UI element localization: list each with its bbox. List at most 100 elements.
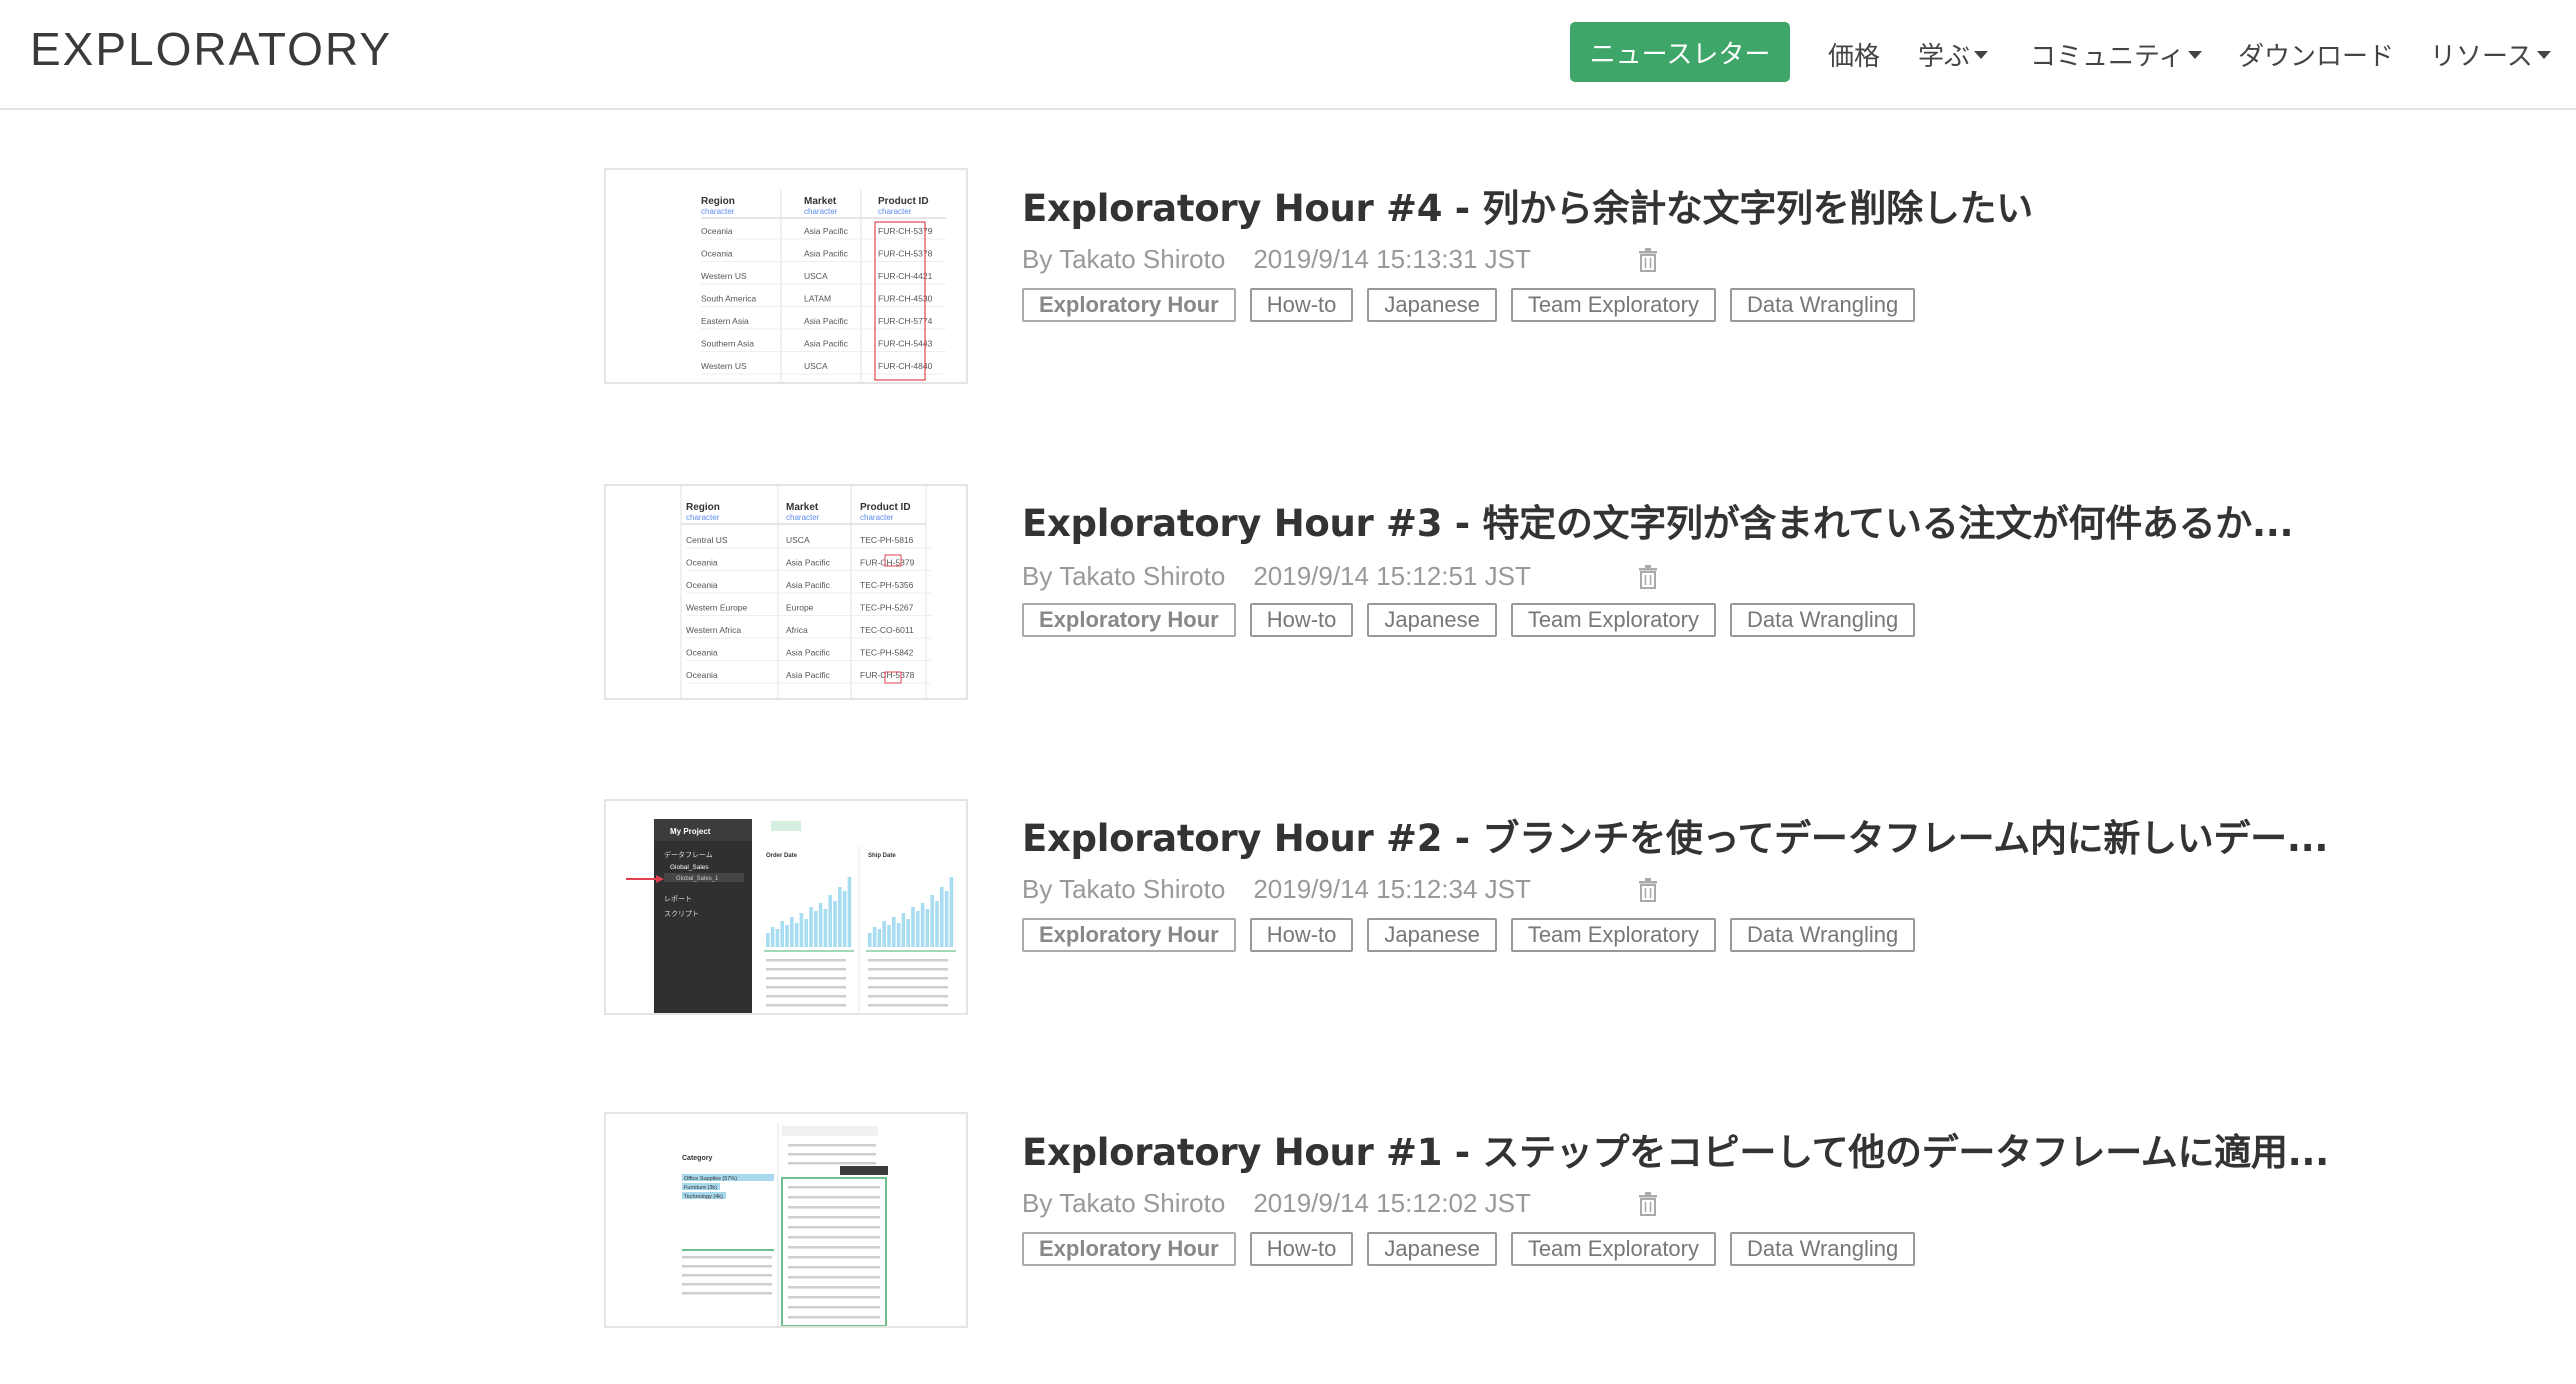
nav-learn-label: 学ぶ	[1918, 42, 1971, 72]
tag[interactable]: Data Wrangling	[1730, 288, 1916, 322]
thumb-placeholder	[868, 959, 948, 962]
thumb-cell: Asia Pacific	[804, 249, 849, 259]
tag[interactable]: How-to	[1249, 603, 1354, 637]
tag[interactable]: How-to	[1249, 1232, 1354, 1266]
nav-download[interactable]: ダウンロード	[2238, 36, 2394, 73]
thumb-bar	[877, 929, 882, 947]
thumb-cell: Oceania	[701, 249, 733, 259]
newsletter-button[interactable]: ニュースレター	[1570, 22, 1790, 82]
thumb-cell: Oceania	[686, 558, 718, 568]
thumb-placeholder	[682, 1274, 772, 1277]
post-thumbnail[interactable]: My Project データフレーム Global_Sales Global_S…	[604, 799, 968, 1015]
tag[interactable]: Japanese	[1367, 603, 1497, 637]
tag[interactable]: Team Exploratory	[1510, 288, 1716, 322]
thumb-placeholder	[788, 1316, 880, 1319]
thumb-placeholder	[868, 995, 948, 998]
thumb-placeholder	[868, 986, 948, 989]
thumb-placeholder	[682, 1292, 772, 1295]
tag[interactable]: Data Wrangling	[1730, 918, 1916, 952]
thumb-placeholder	[788, 1206, 880, 1209]
post-item: My Project データフレーム Global_Sales Global_S…	[0, 790, 2576, 1020]
thumb-bar	[823, 909, 828, 947]
nav-community[interactable]: コミュニティ	[2030, 36, 2203, 73]
thumb-cell: Asia Pacific	[786, 648, 831, 658]
trash-icon[interactable]	[1638, 1192, 1658, 1216]
thumb-placeholder	[766, 986, 846, 989]
thumb-bar	[911, 907, 915, 947]
author: By Takato Shiroto	[1022, 874, 1226, 904]
svg-text:Global_Sales_1: Global_Sales_1	[676, 876, 719, 882]
thumb-cell: Asia Pacific	[804, 339, 849, 349]
trash-icon[interactable]	[1638, 565, 1658, 589]
thumb-bar	[944, 891, 949, 947]
tag[interactable]: Japanese	[1367, 918, 1497, 952]
svg-text:Category: Category	[682, 1155, 712, 1162]
tag[interactable]: Japanese	[1367, 288, 1497, 322]
thumb-bar	[949, 877, 954, 947]
tag[interactable]: How-to	[1249, 918, 1354, 952]
thumb-bar	[892, 917, 896, 947]
thumb-bar	[770, 927, 775, 947]
thumb-placeholder	[788, 1153, 876, 1156]
tag[interactable]: Data Wrangling	[1730, 1232, 1916, 1266]
thumb-placeholder	[682, 1256, 772, 1259]
tag[interactable]: Team Exploratory	[1510, 918, 1716, 952]
trash-icon[interactable]	[1638, 248, 1658, 272]
thumb-cell: USCA	[786, 535, 810, 545]
svg-text:Furniture (3k): Furniture (3k)	[684, 1185, 717, 1191]
post-title[interactable]: Exploratory Hour #1 - ステップをコピーして他のデータフレー…	[1022, 1122, 2329, 1176]
thumb-bar	[847, 877, 852, 947]
thumb-bar	[872, 927, 877, 947]
type-label: character	[786, 513, 820, 522]
thumb-placeholder	[868, 968, 948, 971]
col-header: Region	[701, 196, 735, 207]
site-logo[interactable]: EXPLORATORY	[30, 22, 392, 76]
col-header: Market	[786, 502, 819, 513]
post-title[interactable]: Exploratory Hour #4 - 列から余計な文字列を削除したい	[1022, 178, 2033, 232]
post-item: Region Market Product ID character chara…	[0, 160, 2576, 390]
post-date: 2019/9/14 15:13:31 JST	[1253, 244, 1531, 274]
tag[interactable]: Data Wrangling	[1730, 603, 1916, 637]
thumb-cell: Western Europe	[686, 603, 748, 613]
thumb-cell: Western US	[701, 271, 747, 281]
nav-learn[interactable]: 学ぶ	[1918, 36, 1989, 73]
thumb-cell: TEC-PH-5356	[860, 580, 914, 590]
thumb-bar	[925, 909, 930, 947]
post-item: Category Office Supplies (57%) Furniture…	[0, 1104, 2576, 1334]
thumb-bar	[780, 921, 784, 947]
tag-list: Exploratory Hour How-to Japanese Team Ex…	[1022, 918, 1916, 952]
post-title[interactable]: Exploratory Hour #3 - 特定の文字列が含まれている注文が何件…	[1022, 493, 2294, 547]
author: By Takato Shiroto	[1022, 561, 1226, 591]
author: By Takato Shiroto	[1022, 1188, 1226, 1218]
thumb-rows: Central US USCA TEC-PH-5816 Oceania Asia Pac…	[686, 535, 931, 684]
tag-list: Exploratory Hour How-to Japanese Team Ex…	[1022, 1232, 1916, 1266]
post-thumbnail[interactable]: Region Market Product ID character chara…	[604, 168, 968, 384]
tag[interactable]: Exploratory Hour	[1022, 918, 1236, 952]
thumb-cell: Western Africa	[686, 625, 741, 635]
tag[interactable]: Team Exploratory	[1510, 603, 1716, 637]
nav-resources[interactable]: リソース	[2430, 36, 2551, 73]
tag[interactable]: Exploratory Hour	[1022, 1232, 1236, 1266]
thumb-bar	[906, 919, 910, 947]
svg-text:スクリプト: スクリプト	[664, 910, 699, 918]
thumb-bar	[833, 901, 837, 947]
post-title[interactable]: Exploratory Hour #2 - ブランチを使ってデータフレーム内に新…	[1022, 808, 2328, 862]
tag[interactable]: Exploratory Hour	[1022, 603, 1236, 637]
thumb-placeholder	[766, 1004, 846, 1007]
type-label: character	[686, 513, 720, 522]
thumb-bar	[896, 923, 901, 947]
app-preview-image: My Project データフレーム Global_Sales Global_S…	[626, 819, 956, 1013]
thumb-bar	[868, 933, 872, 947]
thumb-placeholder	[868, 1004, 948, 1007]
thumb-cell: TEC-PH-5816	[860, 535, 914, 545]
nav-pricing[interactable]: 価格	[1828, 36, 1880, 73]
type-label: character	[701, 207, 735, 216]
post-thumbnail[interactable]: Category Office Supplies (57%) Furniture…	[604, 1112, 968, 1328]
svg-text:レポート: レポート	[664, 895, 692, 903]
tag[interactable]: Team Exploratory	[1510, 1232, 1716, 1266]
tag[interactable]: How-to	[1249, 288, 1354, 322]
trash-icon[interactable]	[1638, 878, 1658, 902]
tag[interactable]: Japanese	[1367, 1232, 1497, 1266]
tag[interactable]: Exploratory Hour	[1022, 288, 1236, 322]
post-thumbnail[interactable]: Region Market Product ID character chara…	[604, 484, 968, 700]
